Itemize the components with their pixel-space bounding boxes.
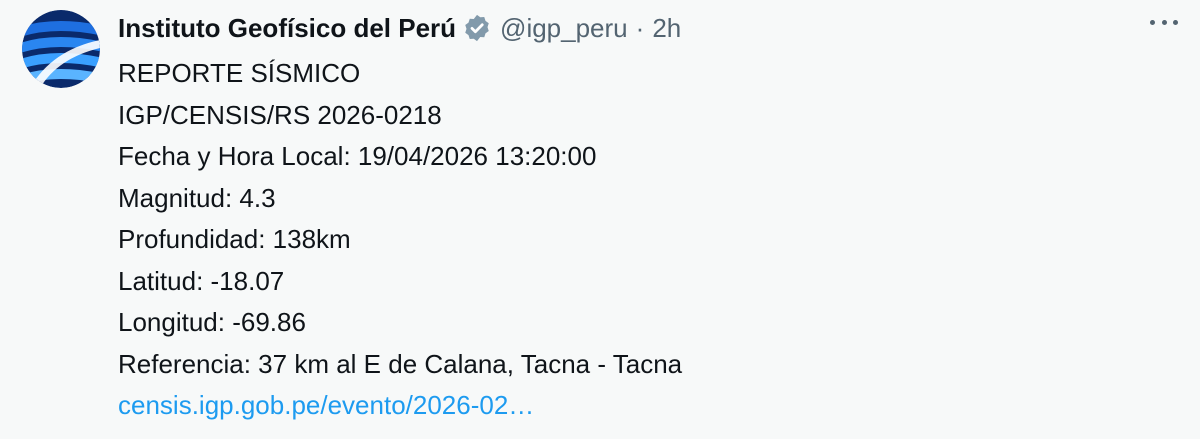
author-handle[interactable]: @igp_peru [500, 8, 628, 48]
more-dot [1150, 19, 1155, 25]
event-link[interactable]: censis.igp.gob.pe/evento/2026-02… [118, 385, 1200, 427]
more-dot [1161, 19, 1167, 25]
more-dot [1173, 19, 1178, 25]
report-longitude: Longitud: -69.86 [118, 307, 306, 337]
tweet-timestamp[interactable]: 2h [652, 8, 681, 48]
verified-badge-icon[interactable] [462, 13, 492, 43]
tweet-header: Instituto Geofísico del Perú @igp_peru ·… [118, 8, 1200, 48]
avatar[interactable] [22, 10, 100, 88]
separator-dot: · [635, 13, 645, 43]
more-options-icon[interactable] [1146, 10, 1182, 34]
report-datetime: Fecha y Hora Local: 19/04/2026 13:20:00 [118, 141, 597, 171]
igp-logo-icon [22, 10, 100, 88]
report-latitude: Latitud: -18.07 [118, 265, 285, 296]
report-id: IGP/CENSIS/RS 2026-0218 [118, 99, 442, 130]
tweet[interactable]: Instituto Geofísico del Perú @igp_peru ·… [0, 0, 1200, 439]
author-name[interactable]: Instituto Geofísico del Perú [118, 8, 456, 48]
report-title: REPORTE SÍSMICO [118, 58, 361, 88]
tweet-text: REPORTE SÍSMICO IGP/CENSIS/RS 2026-0218 … [118, 53, 1200, 427]
tweet-content: Instituto Geofísico del Perú @igp_peru ·… [118, 8, 1200, 427]
report-magnitude: Magnitud: 4.3 [118, 182, 276, 213]
report-reference: Referencia: 37 km al E de Calana, Tacna … [118, 348, 683, 379]
report-depth: Profundidad: 138km [118, 224, 351, 254]
